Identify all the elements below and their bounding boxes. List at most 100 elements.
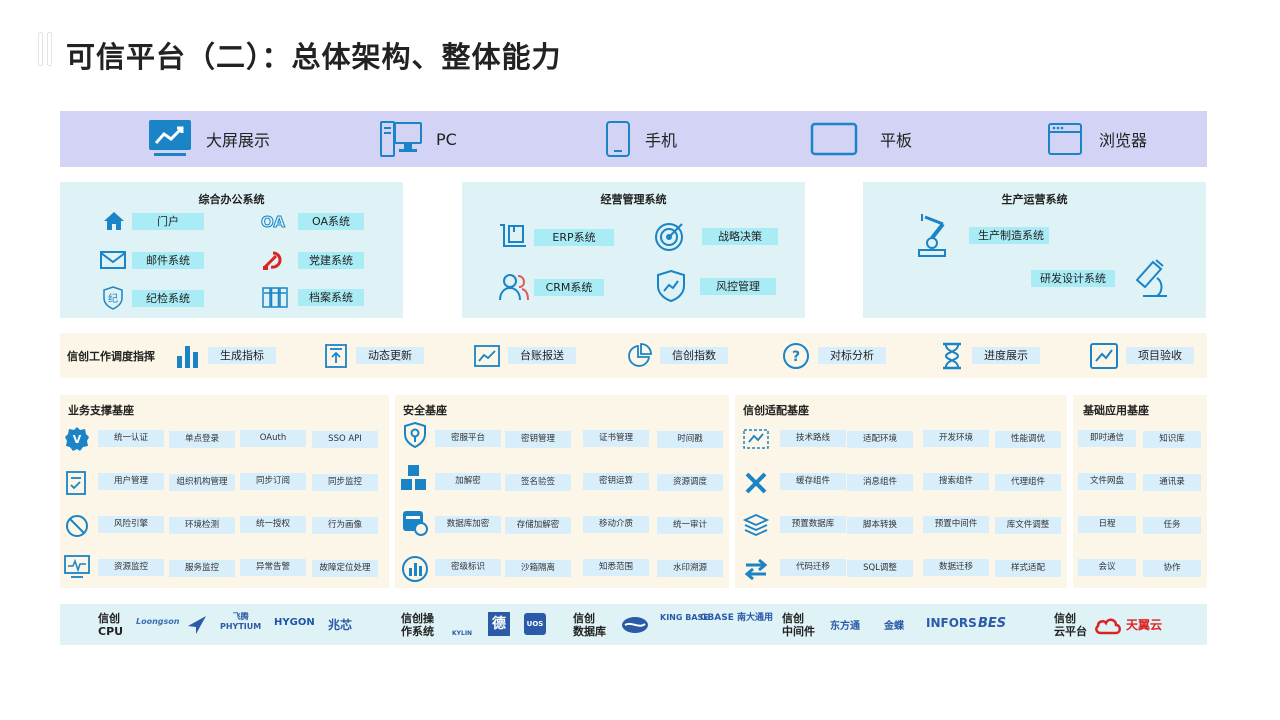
kylin-logo: KYLIN bbox=[452, 630, 473, 637]
capability-tag[interactable]: 移动介质 bbox=[583, 516, 649, 533]
business-system-panel: 经营管理系统 ERP系统 CRM系统 战略决策 风控管理 bbox=[462, 182, 805, 318]
capability-tag[interactable]: 密级标识 bbox=[435, 559, 501, 576]
production-item-manufacturing[interactable]: 生产制造系统 bbox=[915, 212, 1049, 258]
office-item-portal[interactable]: 门户 bbox=[102, 210, 204, 232]
capability-tag[interactable]: 行为画像 bbox=[312, 517, 378, 534]
office-item-mail[interactable]: 邮件系统 bbox=[100, 250, 204, 270]
dispatch-item-benchmark[interactable]: ? 对标分析 bbox=[782, 333, 886, 378]
mobile-phone-icon bbox=[606, 121, 630, 157]
capability-tag[interactable]: 服务监控 bbox=[169, 560, 235, 577]
capability-tag[interactable]: 代理组件 bbox=[995, 474, 1061, 491]
title-decoration bbox=[38, 32, 60, 66]
capability-tag[interactable]: 缓存组件 bbox=[780, 473, 846, 490]
item-label: 信创指数 bbox=[660, 347, 728, 364]
risk-ban-icon bbox=[66, 515, 88, 537]
office-item-oa[interactable]: OA OA系统 bbox=[260, 210, 364, 232]
capability-tag[interactable]: 存储加解密 bbox=[505, 517, 571, 534]
capability-tag[interactable]: 开发环境 bbox=[923, 430, 989, 447]
item-label: 项目验收 bbox=[1126, 347, 1194, 364]
party-emblem-icon bbox=[263, 251, 282, 270]
capability-tag[interactable]: 日程 bbox=[1078, 516, 1136, 533]
capability-tag[interactable]: 统一认证 bbox=[98, 430, 164, 447]
dispatch-item-index[interactable]: 信创指数 bbox=[626, 333, 728, 378]
business-item-risk[interactable]: 风控管理 bbox=[656, 270, 776, 302]
svg-text:纪: 纪 bbox=[108, 293, 118, 305]
capability-tag[interactable]: 水印溯源 bbox=[657, 560, 723, 577]
capability-tag[interactable]: 签名验签 bbox=[505, 474, 571, 491]
home-icon bbox=[104, 212, 124, 230]
business-item-erp[interactable]: ERP系统 bbox=[498, 222, 614, 252]
device-label: 浏览器 bbox=[1099, 131, 1148, 150]
verified-badge-icon: V bbox=[65, 427, 89, 451]
capability-tag[interactable]: 协作 bbox=[1143, 560, 1201, 577]
capability-tag[interactable]: 同步监控 bbox=[312, 474, 378, 491]
capability-tag[interactable]: 预置中间件 bbox=[923, 516, 989, 533]
dispatch-item-update[interactable]: 动态更新 bbox=[324, 333, 424, 378]
tech-route-icon bbox=[743, 429, 769, 449]
zhaoxin-logo: 兆芯 bbox=[328, 618, 353, 632]
capability-tag[interactable]: 统一审计 bbox=[657, 517, 723, 534]
capability-tag[interactable]: 数据迁移 bbox=[923, 559, 989, 576]
item-label: 进度展示 bbox=[972, 347, 1040, 364]
capability-tag[interactable]: 故障定位处理 bbox=[312, 560, 378, 577]
capability-tag[interactable]: 密服平台 bbox=[435, 430, 501, 447]
capability-tag[interactable]: 加解密 bbox=[435, 473, 501, 490]
capability-tag[interactable]: 适配环境 bbox=[847, 431, 913, 448]
deepin-logo: 德 bbox=[488, 612, 510, 636]
dispatch-item-ledger[interactable]: 台账报送 bbox=[474, 333, 576, 378]
phytium-bird-icon bbox=[188, 616, 206, 634]
dispatch-item-generate[interactable]: 生成指标 bbox=[176, 333, 276, 378]
office-item-party[interactable]: 党建系统 bbox=[260, 248, 364, 272]
tablet-icon bbox=[810, 122, 858, 156]
capability-tag[interactable]: 环境检测 bbox=[169, 517, 235, 534]
capability-tag[interactable]: SSO API bbox=[312, 431, 378, 448]
capability-tag[interactable]: 知悉范围 bbox=[583, 559, 649, 576]
capability-tag[interactable]: 密钥运算 bbox=[583, 473, 649, 490]
capability-tag[interactable]: 同步订阅 bbox=[240, 473, 306, 490]
capability-tag[interactable]: 用户管理 bbox=[98, 473, 164, 490]
item-label: 纪检系统 bbox=[132, 289, 204, 307]
capability-tag[interactable]: 消息组件 bbox=[847, 474, 913, 491]
capability-tag[interactable]: 任务 bbox=[1143, 517, 1201, 534]
capability-tag[interactable]: 统一授权 bbox=[240, 516, 306, 533]
capability-tag[interactable]: 文件网盘 bbox=[1078, 473, 1136, 490]
capability-tag[interactable]: 会议 bbox=[1078, 559, 1136, 576]
page-title: 可信平台（二）：总体架构、整体能力 bbox=[66, 40, 562, 74]
capability-tag[interactable]: 预置数据库 bbox=[780, 516, 846, 533]
capability-tag[interactable]: 脚本转换 bbox=[847, 517, 913, 534]
device-label: 手机 bbox=[645, 131, 678, 150]
capability-tag[interactable]: 数据库加密 bbox=[435, 516, 501, 533]
capability-tag[interactable]: 知识库 bbox=[1143, 431, 1201, 448]
capability-tag[interactable]: SQL调整 bbox=[847, 560, 913, 577]
mail-icon bbox=[100, 251, 126, 269]
capability-tag[interactable]: 沙箱隔离 bbox=[505, 560, 571, 577]
capability-tag[interactable]: 通讯录 bbox=[1143, 474, 1201, 491]
office-item-discipline[interactable]: 纪 纪检系统 bbox=[102, 286, 204, 310]
capability-tag[interactable]: 搜索组件 bbox=[923, 473, 989, 490]
capability-tag[interactable]: 异常告警 bbox=[240, 559, 306, 576]
dispatch-item-progress[interactable]: 进度展示 bbox=[940, 333, 1040, 378]
capability-tag[interactable]: 密钥管理 bbox=[505, 431, 571, 448]
capability-tag[interactable]: 资源调度 bbox=[657, 474, 723, 491]
capability-tag[interactable]: 代码迁移 bbox=[780, 559, 846, 576]
device-tablet: 平板 bbox=[810, 111, 912, 167]
capability-tag[interactable]: 证书管理 bbox=[583, 430, 649, 447]
business-item-strategy[interactable]: 战略决策 bbox=[654, 220, 778, 252]
production-item-rd[interactable]: 研发设计系统 bbox=[1031, 256, 1171, 300]
item-label: 动态更新 bbox=[356, 347, 424, 364]
capability-tag[interactable]: 库文件调整 bbox=[995, 517, 1061, 534]
capability-tag[interactable]: 时间戳 bbox=[657, 431, 723, 448]
capability-tag[interactable]: 技术路线 bbox=[780, 430, 846, 447]
capability-tag[interactable]: 样式适配 bbox=[995, 560, 1061, 577]
office-system-panel: 综合办公系统 门户 邮件系统 纪 纪检系统 OA OA系统 党建系统 档案系统 bbox=[60, 182, 403, 318]
capability-tag[interactable]: 即时通信 bbox=[1078, 430, 1136, 447]
capability-tag[interactable]: 风险引擎 bbox=[98, 516, 164, 533]
capability-tag[interactable]: 性能调优 bbox=[995, 431, 1061, 448]
capability-tag[interactable]: 单点登录 bbox=[169, 431, 235, 448]
capability-tag[interactable]: 资源监控 bbox=[98, 559, 164, 576]
office-item-archive[interactable]: 档案系统 bbox=[262, 286, 364, 308]
business-item-crm[interactable]: CRM系统 bbox=[498, 272, 604, 302]
capability-tag[interactable]: OAuth bbox=[240, 430, 306, 447]
capability-tag[interactable]: 组织机构管理 bbox=[169, 474, 235, 491]
dispatch-item-acceptance[interactable]: 项目验收 bbox=[1090, 333, 1194, 378]
